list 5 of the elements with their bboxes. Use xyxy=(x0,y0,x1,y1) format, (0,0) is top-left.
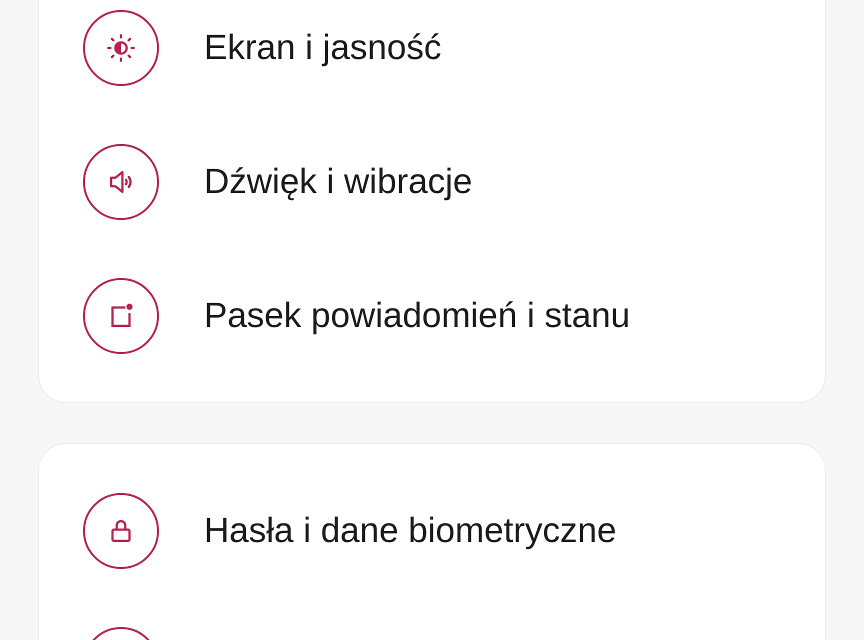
settings-item[interactable]: Ekran i jasność xyxy=(204,22,442,74)
brightness-icon xyxy=(104,31,138,65)
settings-item[interactable]: Hasła i dane biometryczne xyxy=(204,504,616,558)
settings-item[interactable]: Pasek powiadomień i stanu xyxy=(204,290,630,342)
settings-item[interactable]: Dźwięk i wibracje xyxy=(204,156,472,208)
